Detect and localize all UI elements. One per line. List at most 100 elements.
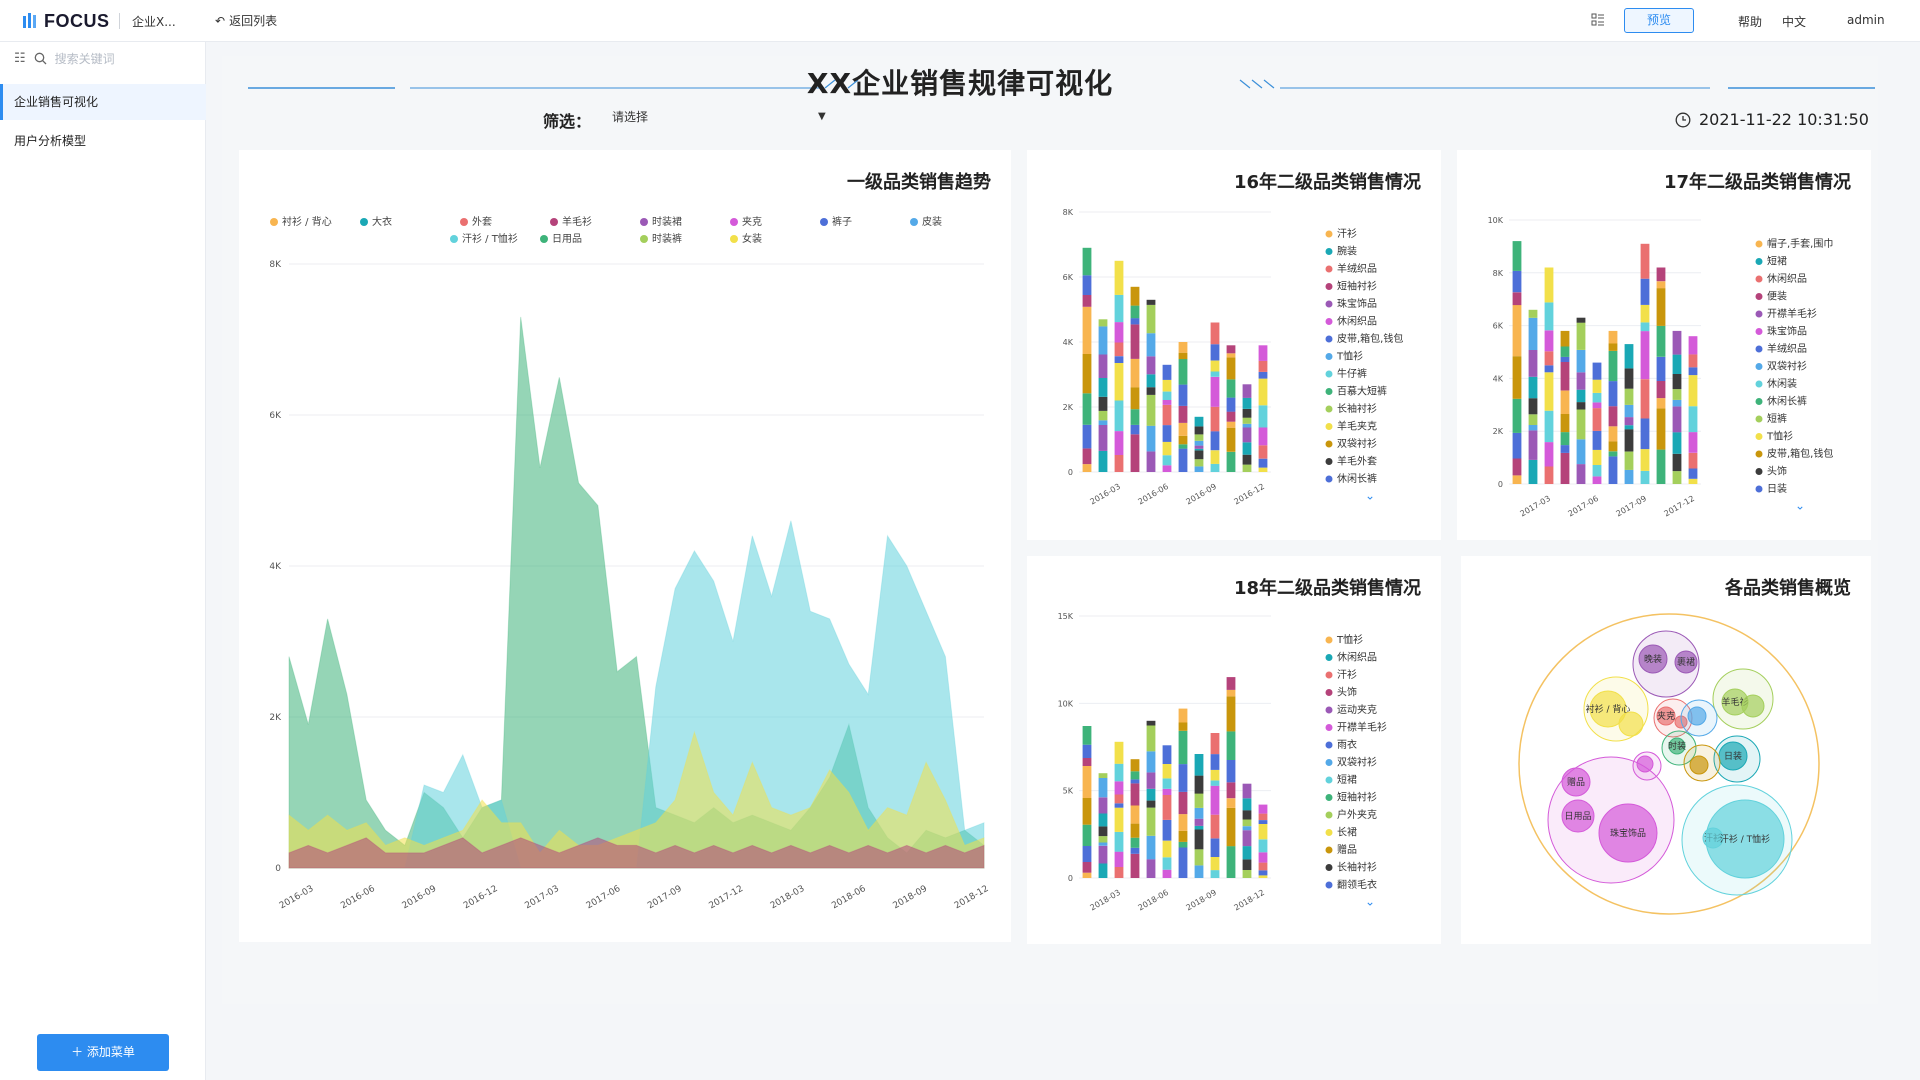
bar-segment — [1178, 435, 1188, 445]
filter-select[interactable]: 请选择 — [612, 108, 834, 125]
y-tick-label: 6K — [1063, 273, 1074, 282]
bar-segment — [1178, 708, 1188, 723]
legend-label: 短裤 — [1767, 412, 1787, 425]
bar-segment — [1098, 450, 1108, 472]
bar-segment — [1512, 432, 1522, 459]
bar-segment — [1608, 426, 1618, 442]
bar-segment — [1592, 430, 1602, 450]
breadcrumb-title[interactable]: 企业X... — [132, 13, 176, 30]
user-menu[interactable]: admin — [1847, 13, 1885, 27]
legend-item: 休闲长裤 — [1755, 395, 1807, 408]
legend-item: 休闲织品 — [1755, 272, 1807, 285]
bar-segment — [1194, 450, 1204, 460]
bar-segment — [1592, 465, 1602, 477]
bar-segment — [1560, 362, 1570, 391]
bar-segment — [1576, 322, 1586, 350]
bar-segment — [1226, 760, 1236, 783]
bar-segment — [1656, 288, 1666, 326]
bar-chart-2017[interactable]: 0 2K 4K 6K 8K 10K 2017-03 2017-06 2017-09 2017-12… — [1457, 150, 1871, 540]
legend-item: 帽子,手套,围巾 — [1755, 237, 1833, 250]
bar-segment — [1512, 305, 1522, 357]
bubble-label: 珠宝饰品 — [1610, 827, 1646, 839]
bar-segment — [1114, 807, 1124, 832]
bar-segment — [1258, 378, 1268, 406]
bar-segment — [1114, 322, 1124, 343]
chevron-down-icon[interactable]: ▼ — [818, 111, 826, 122]
bar-segment — [1130, 324, 1140, 359]
bar-segment — [1528, 309, 1538, 318]
bar-segment — [1098, 378, 1108, 397]
legend-swatch — [820, 218, 828, 226]
x-tick-label: 2017-03 — [523, 884, 561, 911]
bar-segment — [1544, 267, 1554, 303]
sidebar-item-user-model[interactable]: 用户分析模型 — [0, 123, 206, 159]
bar-segment — [1560, 452, 1570, 484]
legend-item: 短裙 — [1755, 255, 1787, 268]
legend-label: 休闲织品 — [1337, 651, 1377, 664]
bar-segment — [1194, 459, 1204, 467]
legend-item: 汗衫 / T恤衫 — [450, 232, 518, 245]
legend-swatch — [1755, 328, 1763, 335]
bar-segment — [1194, 793, 1204, 808]
bar-segment — [1258, 875, 1268, 878]
help-link[interactable]: 帮助 — [1738, 13, 1762, 30]
bubble — [1741, 694, 1765, 718]
bar-segment — [1162, 857, 1172, 870]
legend-item: 衬衫 / 背心 — [270, 215, 332, 228]
bar-segment — [1258, 862, 1268, 871]
y-tick-label: 8K — [1063, 208, 1074, 217]
x-tick-label: 2017-06 — [1567, 494, 1600, 519]
add-menu-button[interactable]: ＋ 添加菜单 — [37, 1034, 169, 1071]
bar-segment — [1178, 423, 1188, 436]
language-switch[interactable]: 中文 — [1782, 13, 1806, 30]
x-tick-label: 2016-12 — [462, 884, 500, 911]
bar-segment — [1114, 794, 1124, 804]
legend-label: 休闲织品 — [1767, 272, 1807, 285]
layout-icon[interactable] — [1591, 13, 1605, 27]
bar-segment — [1560, 390, 1570, 414]
x-tick-label: 2017-12 — [707, 884, 745, 911]
legend-item: 百慕大短裤 — [1325, 385, 1387, 398]
bar-segment — [1608, 330, 1618, 344]
legend-label: 双袋衬衫 — [1337, 756, 1377, 769]
bar-segment — [1544, 351, 1554, 366]
legend-swatch — [730, 218, 738, 226]
bar-segment — [1242, 819, 1252, 827]
bar-segment — [1656, 325, 1666, 357]
bar-segment — [1672, 406, 1682, 433]
bar-chart-2018[interactable]: 0 5K 10K 15K 2018-03 2018-06 2018-09 2018-12 T恤衫… — [1027, 556, 1441, 944]
legend-label: 腕装 — [1337, 245, 1357, 258]
bar-segment — [1130, 387, 1140, 410]
legend-item: 裤子 — [820, 215, 852, 228]
area-chart[interactable]: 衬衫 / 背心 大衣 外套 羊毛衫 时装裙 夹克 裤子 皮装汗衫 / T恤衫 日用品 时装裤 女装 0… — [239, 150, 1011, 942]
bar-segment — [1210, 856, 1220, 871]
brand-logo[interactable]: FOCUS — [22, 9, 110, 33]
bar-segment — [1226, 345, 1236, 354]
y-tick-label: 4K — [269, 562, 282, 572]
bar-segment — [1178, 722, 1188, 731]
legend-item: 汗衫 — [1325, 227, 1357, 240]
x-tick-label: 2016-09 — [401, 884, 439, 912]
back-to-list-link[interactable]: ↶ 返回列表 — [215, 12, 277, 29]
bar-chart-2016[interactable]: 0 2K 4K 6K 8K 2016-03 2016-06 2016-09 2016-12 汗衫腕… — [1027, 150, 1441, 540]
bar-segment — [1608, 381, 1618, 407]
bar-segment — [1194, 825, 1204, 830]
preview-button[interactable]: 预览 — [1624, 8, 1694, 33]
legend-item: 女装 — [730, 232, 762, 245]
bar-segment — [1242, 830, 1252, 847]
bar-segment — [1146, 374, 1156, 388]
back-arrow-icon: ↶ — [215, 13, 226, 28]
legend-item: 日用品 — [540, 233, 582, 245]
bar-segment — [1226, 427, 1236, 452]
legend-item: T恤衫 — [1325, 350, 1363, 363]
bar-segment — [1576, 439, 1586, 465]
legend-item: 羊绒织品 — [1325, 262, 1377, 275]
bar-segment — [1242, 423, 1252, 428]
bar-segment — [1528, 376, 1538, 399]
bar-segment — [1146, 835, 1156, 860]
legend-label: 皮带,箱包,钱包 — [1767, 447, 1833, 460]
bar-segment — [1624, 429, 1634, 452]
bubble-chart[interactable]: 晚装裹裙衬衫 / 背心羊毛衫夹克时装日装赠品日用品珠宝饰品汗衫汗衫 / T恤衫 — [1461, 556, 1871, 944]
bar-segment — [1130, 853, 1140, 878]
bar-segment — [1146, 772, 1156, 789]
